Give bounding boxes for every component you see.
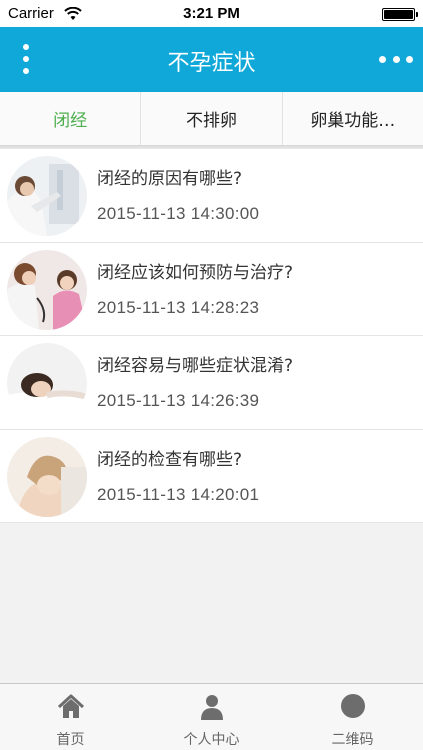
article-date: 2015-11-13 14:26:39 bbox=[97, 391, 260, 410]
article-thumbnail bbox=[7, 343, 87, 423]
page-title: 不孕症状 bbox=[167, 51, 256, 76]
tabbar-qrcode[interactable]: 二维码 bbox=[282, 684, 423, 750]
tab-ovarian-function[interactable]: 卵巢功能… bbox=[283, 92, 423, 145]
tabbar-home-label: 首页 bbox=[56, 732, 85, 748]
article-thumbnail bbox=[7, 436, 87, 517]
bottom-tab-bar: 首页 个人中心 二维码 bbox=[0, 683, 423, 750]
tab-anovulation[interactable]: 不排卵 bbox=[141, 92, 283, 145]
navigation-bar: 不孕症状 bbox=[0, 27, 423, 92]
list-item[interactable]: 闭经的检查有哪些? 2015-11-13 14:20:01 bbox=[0, 429, 423, 523]
article-thumbnail bbox=[7, 156, 87, 236]
status-time: 3:21 PM bbox=[183, 5, 240, 22]
article-list: 闭经的原因有哪些? 2015-11-13 14:30:00 闭经应该如何预防与治… bbox=[0, 149, 423, 523]
article-title: 闭经的检查有哪些? bbox=[97, 449, 243, 470]
tabbar-home[interactable]: 首页 bbox=[0, 684, 141, 750]
list-item[interactable]: 闭经的原因有哪些? 2015-11-13 14:30:00 bbox=[0, 149, 423, 243]
list-item[interactable]: 闭经应该如何预防与治疗? 2015-11-13 14:28:23 bbox=[0, 242, 423, 336]
home-icon bbox=[56, 692, 86, 722]
article-date: 2015-11-13 14:30:00 bbox=[97, 204, 260, 223]
category-tabs: 闭经 不排卵 卵巢功能… bbox=[0, 92, 423, 146]
tabbar-profile[interactable]: 个人中心 bbox=[141, 684, 282, 750]
battery-icon bbox=[382, 8, 418, 21]
article-date: 2015-11-13 14:20:01 bbox=[97, 484, 260, 504]
tabbar-qrcode-label: 二维码 bbox=[331, 732, 374, 748]
article-title: 闭经的原因有哪些? bbox=[97, 169, 243, 189]
person-icon bbox=[197, 692, 227, 722]
more-options-icon[interactable] bbox=[379, 47, 413, 71]
article-title: 闭经应该如何预防与治疗? bbox=[97, 262, 294, 283]
article-date: 2015-11-13 14:28:23 bbox=[97, 297, 260, 317]
tab-amenorrhea[interactable]: 闭经 bbox=[0, 92, 142, 145]
article-thumbnail bbox=[7, 249, 87, 330]
article-title: 闭经容易与哪些症状混淆? bbox=[97, 356, 294, 376]
qrcode-icon bbox=[338, 692, 368, 722]
status-bar: Carrier 3:21 PM bbox=[0, 0, 423, 27]
list-item[interactable]: 闭经容易与哪些症状混淆? 2015-11-13 14:26:39 bbox=[0, 336, 423, 430]
tabbar-profile-label: 个人中心 bbox=[183, 732, 240, 748]
